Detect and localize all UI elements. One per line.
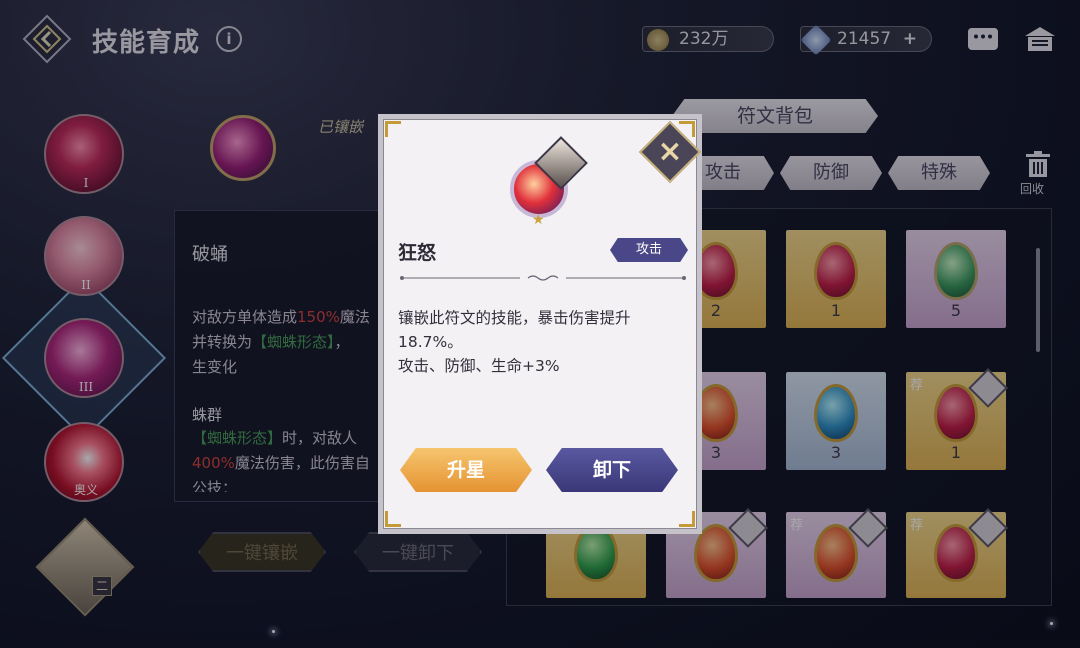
rune-description: 镶嵌此符文的技能，暴击伤害提升 18.7%。 攻击、防御、生命+3% (398, 306, 680, 378)
divider (400, 275, 686, 281)
upgrade-star-button[interactable]: 升星 (400, 448, 532, 492)
desc-line: 攻击、防御、生命+3% (398, 357, 560, 375)
corner-ornament (385, 121, 401, 137)
corner-ornament (385, 511, 401, 527)
desc-line: 镶嵌此符文的技能，暴击伤害提升 (398, 309, 631, 327)
desc-line: 18.7%。 (398, 333, 463, 351)
corner-ornament (679, 511, 695, 527)
remove-rune-button[interactable]: 卸下 (546, 448, 678, 492)
rune-name: 狂怒 (398, 242, 437, 264)
rune-type-tag: 攻击 (610, 238, 688, 262)
star-icon: ★ (532, 212, 545, 228)
close-icon: × (657, 134, 683, 169)
